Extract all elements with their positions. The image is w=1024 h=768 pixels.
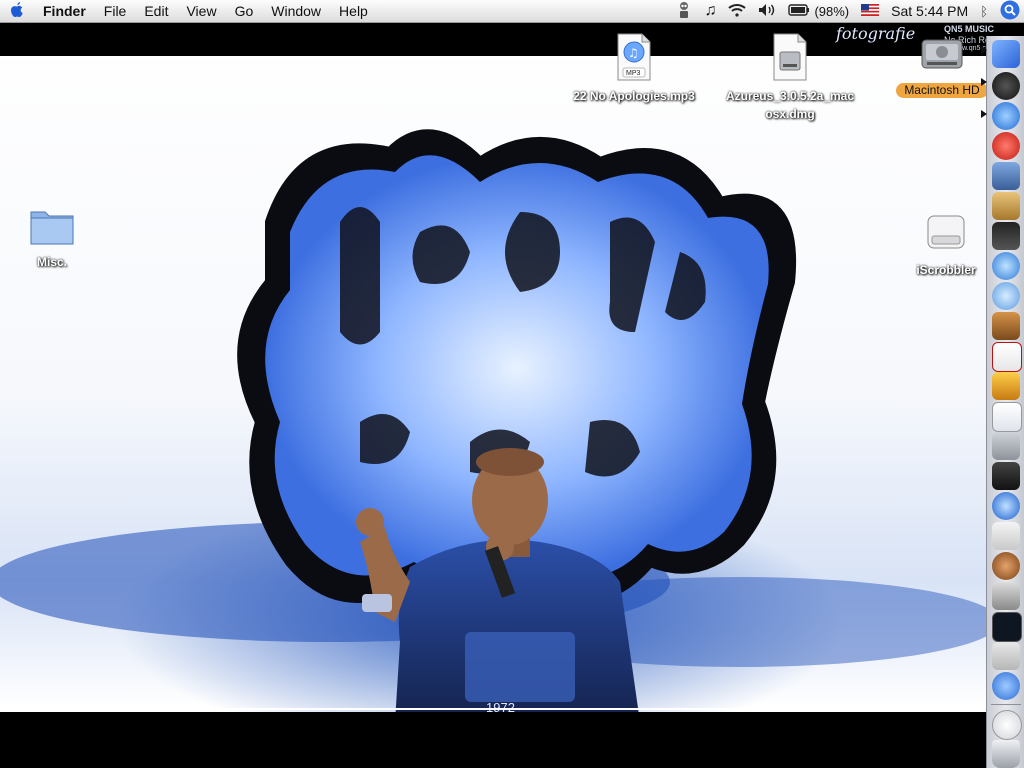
volume-icon[interactable] [758, 3, 776, 20]
dock [981, 36, 1024, 768]
address-book-icon[interactable] [992, 192, 1020, 220]
downloads-icon[interactable] [992, 642, 1020, 670]
bluetooth-icon[interactable]: ᛒ [980, 4, 988, 19]
garageband-icon[interactable] [992, 312, 1020, 340]
adium-icon[interactable] [992, 132, 1020, 160]
ical-icon[interactable] [992, 342, 1022, 372]
robot-icon[interactable] [676, 1, 692, 22]
mp3-file-icon: ♫ MP3 [617, 33, 651, 81]
menu-go[interactable]: Go [226, 0, 263, 22]
apple-icon[interactable] [0, 2, 34, 20]
downloads-stack-icon[interactable] [992, 710, 1022, 740]
removable-drive-icon [927, 215, 965, 249]
app-menu-finder[interactable]: Finder [34, 0, 95, 22]
desktop-icon-misc-folder[interactable]: Misc. [0, 204, 122, 271]
spotlight-icon[interactable] [1000, 0, 1020, 23]
mail-photo-icon[interactable] [992, 162, 1020, 190]
system-preferences-icon[interactable] [992, 432, 1020, 460]
music-note-icon[interactable]: ♫ [704, 2, 716, 20]
misc-folder-label: Misc. [36, 255, 67, 269]
dmg-file-label-line2: osx.dmg [765, 107, 815, 121]
clock[interactable]: Sat 5:44 PM [891, 3, 968, 19]
trash-icon[interactable] [992, 740, 1020, 768]
svg-text:MP3: MP3 [626, 70, 641, 77]
dock-running-indicator-safari [981, 110, 987, 118]
desktop-icon-mp3[interactable]: ♫ MP3 22 No Apologies.mp3 [564, 32, 704, 105]
itunes-icon[interactable] [992, 252, 1020, 280]
dock-running-indicator-dashboard [981, 78, 987, 86]
wifi-icon[interactable] [728, 3, 747, 20]
wallpaper-bottom-band [0, 708, 1024, 768]
mp3-file-label: 22 No Apologies.mp3 [573, 89, 695, 103]
macintosh-hd-label: Macintosh HD [896, 83, 988, 98]
ichat-icon[interactable] [992, 672, 1020, 700]
dmg-file-label-line1: Azureus_3.0.5.2a_mac [725, 89, 855, 103]
menu-help[interactable]: Help [330, 0, 377, 22]
coconut-battery-icon[interactable] [992, 552, 1020, 580]
safari-icon[interactable] [992, 102, 1020, 130]
menu-file[interactable]: File [95, 0, 136, 22]
folder-icon [30, 211, 74, 245]
imovie-icon[interactable] [992, 222, 1020, 250]
battery-percentage: (98%) [814, 3, 850, 19]
battery-icon[interactable] [788, 3, 810, 19]
dock-running-indicator-finder [981, 46, 987, 54]
ipod-icon[interactable] [992, 522, 1020, 550]
menu-window[interactable]: Window [262, 0, 330, 22]
disk-image-icon [773, 33, 807, 81]
finder-icon[interactable] [992, 40, 1020, 68]
dashboard-icon[interactable] [992, 72, 1020, 100]
itunes-store-icon[interactable] [992, 282, 1020, 310]
menu-edit[interactable]: Edit [135, 0, 177, 22]
fruit-app-icon[interactable] [992, 372, 1020, 400]
activity-monitor-icon[interactable] [992, 612, 1022, 642]
quicktime-icon[interactable] [992, 492, 1020, 520]
dock-separator [991, 704, 1021, 705]
textedit-icon[interactable] [992, 402, 1022, 432]
wallpaper-graffiti-art: 1972 [0, 129, 1000, 722]
menu-view[interactable]: View [177, 0, 225, 22]
dvd-player-icon[interactable] [992, 462, 1020, 490]
automator-icon[interactable] [992, 582, 1020, 610]
menu-bar: Finder File Edit View Go Window Help ♫ (… [0, 0, 1024, 23]
svg-text:♫: ♫ [628, 46, 639, 60]
iscrobbler-label: iScrobbler [916, 263, 976, 277]
desktop[interactable]: fotografie QN5 MUSIC No Rich Relatives. … [0, 22, 1024, 768]
desktop-icon-dmg[interactable]: Azureus_3.0.5.2a_mac osx.dmg [720, 32, 860, 123]
us-flag-icon[interactable] [861, 3, 880, 19]
hard-drive-icon [921, 39, 963, 69]
